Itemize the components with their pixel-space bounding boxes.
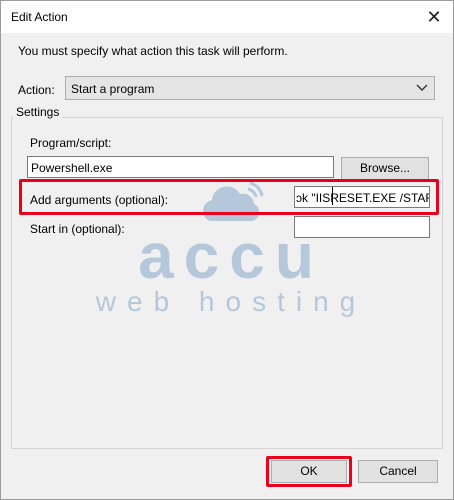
program-script-value: Powershell.exe bbox=[31, 161, 113, 175]
cancel-button[interactable]: Cancel bbox=[358, 460, 438, 483]
browse-button[interactable]: Browse... bbox=[341, 157, 429, 180]
settings-legend: Settings bbox=[13, 105, 63, 119]
action-select-value: Start a program bbox=[71, 82, 155, 96]
window-title: Edit Action bbox=[11, 10, 68, 24]
add-arguments-value: ɔk "IISRESET.EXE /START" bbox=[296, 191, 429, 205]
ok-button[interactable]: OK bbox=[271, 460, 347, 483]
start-in-label: Start in (optional): bbox=[30, 222, 125, 236]
add-arguments-input[interactable]: ɔk "IISRESET.EXE /START" bbox=[294, 186, 430, 208]
program-script-input[interactable]: Powershell.exe bbox=[27, 156, 334, 178]
chevron-down-icon bbox=[416, 84, 428, 91]
instruction-text: You must specify what action this task w… bbox=[18, 44, 288, 58]
close-icon[interactable]: ✕ bbox=[421, 5, 447, 29]
start-in-input[interactable] bbox=[294, 216, 430, 238]
action-select[interactable]: Start a program bbox=[65, 76, 435, 100]
program-script-label: Program/script: bbox=[30, 136, 112, 150]
text-caret bbox=[332, 187, 333, 205]
action-label: Action: bbox=[18, 83, 55, 97]
edit-action-dialog: Edit Action ✕ You must specify what acti… bbox=[0, 0, 454, 500]
add-arguments-label: Add arguments (optional): bbox=[30, 193, 169, 207]
title-bar: Edit Action ✕ bbox=[1, 1, 453, 33]
